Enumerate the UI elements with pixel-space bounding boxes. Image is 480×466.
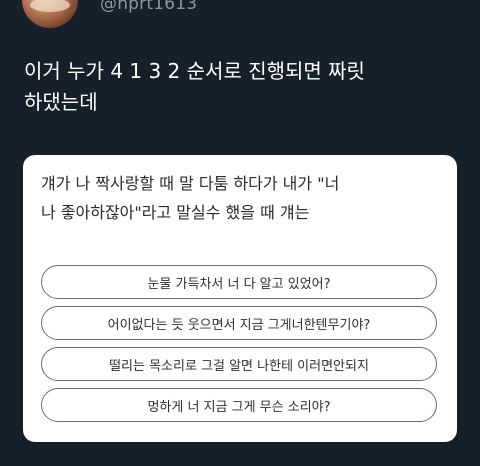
- option-button-4[interactable]: 멍하게 너 지금 그게 무슨 소리야?: [41, 388, 437, 422]
- option-button-3[interactable]: 떨리는 목소리로 그걸 알면 나한테 이러면안되지: [41, 347, 437, 381]
- option-button-2[interactable]: 어이없다는 듯 웃으면서 지금 그게너한텐무기야?: [41, 306, 437, 340]
- tweet-text-line-2: 하댔는데: [24, 90, 98, 114]
- quiz-question-line-2: 나 좋아하잖아"라고 말실수 했을 때 걔는: [41, 203, 310, 222]
- tweet-text-line-1: 이거 누가 4 1 3 2 순서로 진행되면 짜릿: [24, 59, 365, 83]
- tweet-text: 이거 누가 4 1 3 2 순서로 진행되면 짜릿 하댔는데: [24, 56, 464, 118]
- avatar[interactable]: [22, 0, 78, 28]
- quiz-question-line-1: 걔가 나 짝사랑할 때 말 다툼 하다가 내가 "너: [41, 174, 340, 193]
- user-handle[interactable]: @nprt1613: [100, 0, 197, 14]
- quiz-card-image[interactable]: 걔가 나 짝사랑할 때 말 다툼 하다가 내가 "너 나 좋아하잖아"라고 말실…: [23, 155, 457, 442]
- option-button-1[interactable]: 눈물 가득차서 너 다 알고 있었어?: [41, 265, 437, 299]
- quiz-question: 걔가 나 짝사랑할 때 말 다툼 하다가 내가 "너 나 좋아하잖아"라고 말실…: [41, 169, 441, 227]
